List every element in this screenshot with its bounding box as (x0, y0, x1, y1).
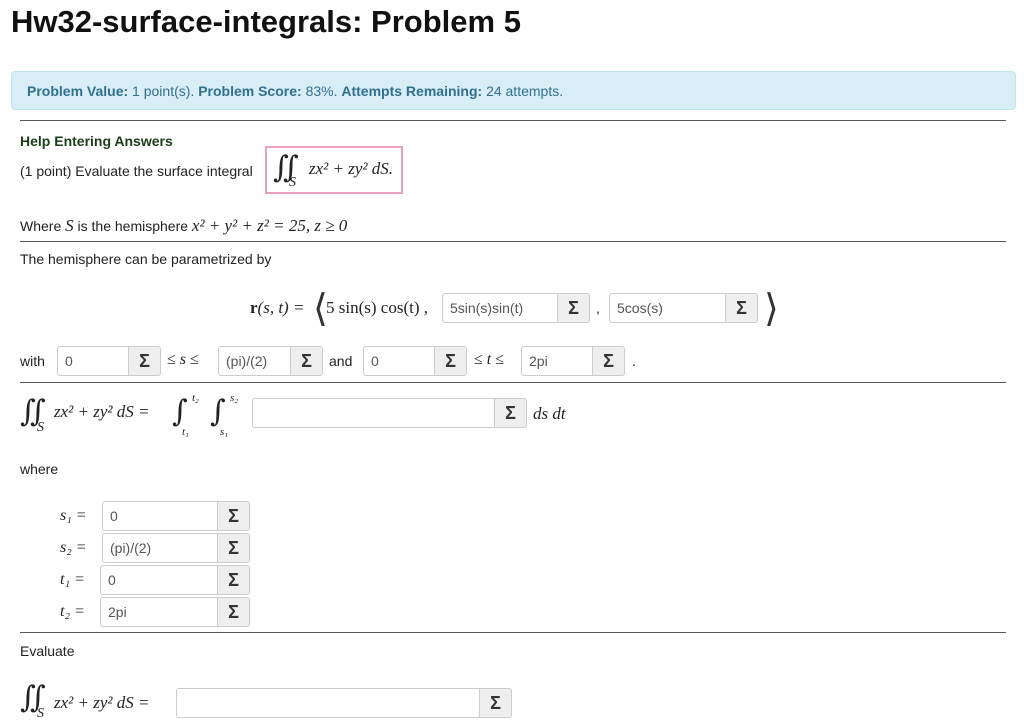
t2-input[interactable] (100, 597, 218, 627)
problem-score-label: Problem Score: (198, 83, 302, 99)
hemisphere-description: Where S is the hemisphere x² + y² + z² =… (20, 216, 348, 235)
z-component-input[interactable] (609, 293, 726, 323)
divider (20, 120, 1006, 121)
problem-value: 1 point(s). (132, 83, 195, 99)
s-range-inequality: ≤ s ≤ (167, 351, 199, 368)
page-title: Hw32-surface-integrals: Problem 5 (11, 4, 521, 39)
t1-input[interactable] (100, 565, 218, 595)
right-angle-bracket: ⟩ (764, 288, 779, 330)
y-component-input[interactable] (442, 293, 558, 323)
equation-editor-button[interactable]: Σ (217, 565, 250, 595)
where-label: where (20, 461, 59, 477)
s1-label: s₁ = (60, 507, 87, 524)
problem-score: 83%. (305, 83, 338, 99)
highlighted-integral: ∬ S zx² + zy² dS. (265, 146, 403, 194)
parametrization-text: The hemisphere can be parametrized by (20, 251, 272, 267)
equation-editor-button[interactable]: Σ (557, 293, 590, 323)
equation-editor-button[interactable]: Σ (725, 293, 758, 323)
problem-value-label: Problem Value: (27, 83, 129, 99)
s1-input[interactable] (102, 501, 219, 531)
final-integral-expression: ∬ S zx² + zy² dS = (20, 680, 150, 721)
equation-editor-button[interactable]: Σ (290, 346, 323, 376)
equation-editor-button[interactable]: Σ (217, 597, 250, 627)
s-upper-bound-input[interactable] (218, 346, 291, 376)
and-label: and (329, 353, 353, 369)
attempts-remaining: 24 attempts. (486, 83, 564, 99)
equation-editor-button[interactable]: Σ (217, 501, 250, 531)
divider (20, 241, 1006, 242)
problem-intro: (1 point) Evaluate the surface integral (20, 163, 253, 179)
equation-editor-button[interactable]: Σ (217, 533, 250, 563)
equation-editor-button[interactable]: Σ (494, 398, 527, 428)
with-label: with (20, 353, 45, 369)
integral-expression: zx² + zy² dS. (309, 159, 393, 178)
equation-editor-button[interactable]: Σ (128, 346, 161, 376)
t-lower-bound-input[interactable] (363, 346, 435, 376)
s-lower-bound-input[interactable] (57, 346, 129, 376)
attempts-remaining-label: Attempts Remaining: (341, 83, 483, 99)
t-upper-bound-input[interactable] (521, 346, 593, 376)
t-range-inequality: ≤ t ≤ (474, 351, 505, 368)
s2-label: s₂ = (60, 539, 87, 556)
equation-editor-button[interactable]: Σ (479, 688, 512, 718)
first-component: 5 sin(s) cos(t) , (326, 298, 428, 317)
divider (20, 632, 1006, 633)
divider (20, 382, 1006, 383)
t1-label: t₁ = (60, 571, 85, 588)
ds-dt-label: ds dt (533, 404, 566, 423)
equation-editor-button[interactable]: Σ (434, 346, 467, 376)
final-answer-input[interactable] (176, 688, 481, 718)
s2-input[interactable] (102, 533, 219, 563)
help-entering-answers-link[interactable]: Help Entering Answers (20, 133, 173, 149)
t2-label: t₂ = (60, 603, 85, 620)
evaluate-label: Evaluate (20, 643, 75, 659)
iterated-integral-expression: ∬ S zx² + zy² dS = ∫ t₂ t₁ ∫ s₂ s₁ (20, 392, 239, 438)
equation-editor-button[interactable]: Σ (592, 346, 625, 376)
hemisphere-equation: x² + y² + z² = 25, z ≥ 0 (191, 216, 348, 235)
r-vector-label: r(s, t) = (250, 298, 305, 317)
integrand-input[interactable] (252, 398, 495, 428)
problem-info-box: Problem Value: 1 point(s). Problem Score… (11, 71, 1016, 110)
